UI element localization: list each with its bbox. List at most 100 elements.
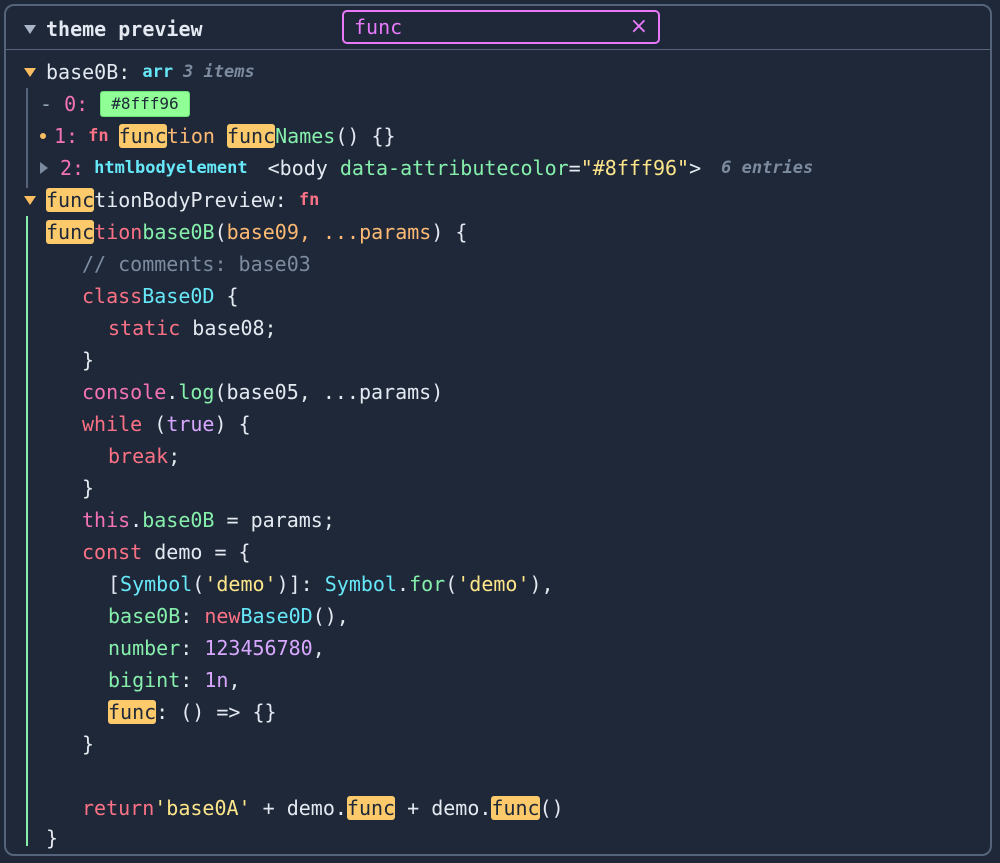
- code-punct: ) {: [431, 220, 468, 244]
- item-index: 2:: [60, 156, 85, 180]
- code-comment: // comments: base03: [82, 252, 311, 276]
- node-sep: :: [274, 188, 299, 212]
- code-keyword: tion: [94, 220, 143, 244]
- node-meta: 3 items: [183, 62, 255, 82]
- code-punct: ) {: [214, 412, 251, 436]
- search-highlight: func: [46, 220, 95, 244]
- code-line: number: 123456780,: [108, 632, 325, 664]
- code-keyword: class: [82, 284, 143, 308]
- tree-node-base0B[interactable]: base0B: arr 3 items: [18, 56, 255, 88]
- code-text: demo = {: [142, 540, 251, 564]
- search-box[interactable]: ×: [342, 10, 660, 44]
- code-punct: (),: [312, 604, 349, 628]
- code-keyword: break: [108, 444, 169, 468]
- code-line: static base08;: [108, 312, 277, 344]
- code-punct: )]:: [276, 572, 325, 596]
- code-text: = params;: [214, 508, 335, 532]
- code-line: while (true) {: [82, 408, 251, 440]
- search-highlight: func: [118, 124, 167, 148]
- code-line: break;: [108, 440, 180, 472]
- code-punct: (: [192, 572, 205, 596]
- code-line: func tion base0B(base09, ...params) {: [46, 216, 467, 248]
- search-input[interactable]: [354, 15, 630, 39]
- code-punct: {: [214, 284, 239, 308]
- code-line: [Symbol('demo')]: Symbol. for('demo'),: [108, 568, 554, 600]
- tree-node-item-2[interactable]: 2: htmlbodyelement <body data-attributec…: [40, 152, 813, 184]
- theme-preview-panel: theme preview × base0B: arr 3 items - 0:…: [4, 4, 992, 856]
- panel-header[interactable]: theme preview: [24, 13, 203, 45]
- tree-node-item-1[interactable]: 1: fn func tion func Names() {}: [40, 120, 396, 152]
- header-divider: [6, 49, 990, 50]
- code-line: class Base0D {: [82, 280, 239, 312]
- tree-node-function-body-preview[interactable]: func tionBodyPreview: fn: [18, 184, 319, 216]
- code-keyword: while: [82, 412, 143, 436]
- code-property: base0B: [108, 604, 181, 628]
- item-type: fn: [88, 126, 109, 146]
- code-line: this. base0B = params;: [82, 504, 335, 536]
- tag-attr: data-attributecolor: [339, 156, 569, 180]
- panel-title: theme preview: [46, 17, 203, 41]
- tag-eq: =: [568, 156, 581, 180]
- code-property: base0B: [142, 508, 215, 532]
- code-punct: .: [130, 508, 143, 532]
- fn-text: tion: [166, 124, 227, 148]
- code-class-name: Base0D: [240, 604, 313, 628]
- code-punct: (): [539, 796, 564, 820]
- item-type: htmlbodyelement: [94, 158, 248, 178]
- code-line: }: [46, 822, 58, 854]
- tag-attr-value: "#8fff96": [580, 156, 690, 180]
- node-meta: 6 entries: [721, 158, 814, 178]
- tree-node-item-0[interactable]: - 0: #8fff96: [40, 88, 190, 120]
- code-punct: :: [180, 668, 205, 692]
- search-highlight: func: [346, 796, 396, 820]
- code-text: + demo.: [395, 796, 492, 820]
- code-punct: [: [108, 572, 121, 596]
- clear-search-icon[interactable]: ×: [630, 16, 648, 38]
- code-punct: ,: [312, 636, 325, 660]
- code-punct: (: [445, 572, 458, 596]
- code-fn-name: for: [409, 572, 446, 596]
- code-punct: .: [397, 572, 410, 596]
- code-property: bigint: [108, 668, 181, 692]
- item-prefix: -: [40, 92, 65, 116]
- code-punct: :: [180, 636, 205, 660]
- fn-tail: () {}: [335, 124, 396, 148]
- item-index: 0:: [64, 92, 89, 116]
- node-type: fn: [298, 190, 320, 210]
- search-highlight: func: [226, 124, 276, 148]
- code-punct: (: [214, 220, 227, 244]
- expand-arrow-icon[interactable]: [40, 162, 48, 174]
- tag-close: >: [689, 156, 702, 180]
- expand-arrow-icon[interactable]: [24, 67, 36, 77]
- code-keyword: const: [82, 540, 143, 564]
- code-line: base0B: new Base0D (),: [108, 600, 349, 632]
- code-punct: .: [166, 380, 179, 404]
- code-punct: }: [46, 826, 59, 850]
- code-punct: ;: [168, 444, 181, 468]
- code-line: return 'base0A' + demo. func + demo. func(…: [82, 792, 564, 824]
- search-highlight: func: [46, 188, 95, 212]
- code-fn-name: log: [178, 380, 215, 404]
- code-class-name: Symbol: [324, 572, 398, 596]
- code-line: console. log (base05, ...params): [82, 376, 443, 408]
- code-punct: ,: [228, 668, 241, 692]
- code-keyword: static: [108, 316, 181, 340]
- code-keyword: this: [82, 508, 131, 532]
- code-text: base08;: [180, 316, 277, 340]
- code-text: : () => {}: [156, 700, 277, 724]
- node-key: base0B: [46, 60, 119, 84]
- code-line: bigint: 1n,: [108, 664, 240, 696]
- code-guide-line: [26, 216, 28, 846]
- code-number: 123456780: [204, 636, 313, 660]
- collapse-arrow-icon[interactable]: [24, 24, 36, 34]
- code-keyword: return: [82, 796, 155, 820]
- code-number: 1n: [204, 668, 229, 692]
- search-highlight: func: [491, 796, 540, 820]
- code-line: }: [82, 344, 94, 376]
- code-text: (base05, ...params): [214, 380, 444, 404]
- code-punct: (: [142, 412, 167, 436]
- code-property: number: [108, 636, 181, 660]
- node-type: arr: [142, 62, 174, 82]
- code-text: + demo.: [250, 796, 347, 820]
- expand-arrow-icon[interactable]: [24, 195, 36, 205]
